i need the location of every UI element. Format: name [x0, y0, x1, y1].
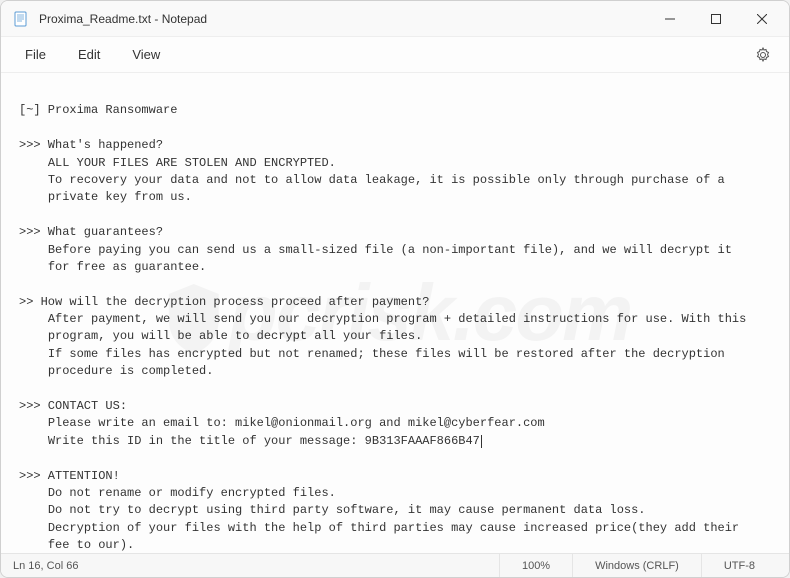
- statusbar: Ln 16, Col 66 100% Windows (CRLF) UTF-8: [1, 553, 789, 577]
- text-line: >> How will the decryption process proce…: [19, 295, 429, 309]
- text-line: To recovery your data and not to allow d…: [19, 173, 725, 187]
- text-line: >>> ATTENTION!: [19, 469, 120, 483]
- text-line: for free as guarantee.: [19, 260, 206, 274]
- text-line: ALL YOUR FILES ARE STOLEN AND ENCRYPTED.: [19, 156, 336, 170]
- text-line: >>> What guarantees?: [19, 225, 163, 239]
- text-line: fee to our).: [19, 538, 134, 552]
- status-zoom[interactable]: 100%: [499, 554, 572, 577]
- status-line-ending: Windows (CRLF): [572, 554, 701, 577]
- text-line: >>> CONTACT US:: [19, 399, 127, 413]
- menubar: File Edit View: [1, 37, 789, 73]
- status-encoding: UTF-8: [701, 554, 777, 577]
- titlebar: Proxima_Readme.txt - Notepad: [1, 1, 789, 37]
- window-title: Proxima_Readme.txt - Notepad: [39, 12, 647, 26]
- settings-button[interactable]: [745, 37, 781, 73]
- text-line: >>> What's happened?: [19, 138, 163, 152]
- text-line: Do not try to decrypt using third party …: [19, 503, 646, 517]
- window-controls: [647, 3, 785, 35]
- maximize-button[interactable]: [693, 3, 739, 35]
- text-line: procedure is completed.: [19, 364, 213, 378]
- status-position: Ln 16, Col 66: [13, 560, 499, 572]
- text-line: Decryption of your files with the help o…: [19, 521, 739, 535]
- minimize-button[interactable]: [647, 3, 693, 35]
- text-line: program, you will be able to decrypt all…: [19, 329, 422, 343]
- menu-view[interactable]: View: [116, 41, 176, 68]
- text-line: If some files has encrypted but not rena…: [19, 347, 725, 361]
- notepad-icon: [13, 11, 29, 27]
- text-line: Please write an email to: mikel@onionmai…: [19, 416, 545, 430]
- text-line: After payment, we will send you our decr…: [19, 312, 746, 326]
- gear-icon: [755, 47, 771, 63]
- text-editor-content[interactable]: [~] Proxima Ransomware >>> What's happen…: [1, 73, 789, 553]
- notepad-window: Proxima_Readme.txt - Notepad File Edit V…: [0, 0, 790, 578]
- text-line: private key from us.: [19, 190, 192, 204]
- text-line: Do not rename or modify encrypted files.: [19, 486, 336, 500]
- menu-file[interactable]: File: [9, 41, 62, 68]
- menu-edit[interactable]: Edit: [62, 41, 116, 68]
- text-line: [~] Proxima Ransomware: [19, 103, 177, 117]
- close-button[interactable]: [739, 3, 785, 35]
- text-line: Write this ID in the title of your messa…: [19, 434, 482, 448]
- text-line: Before paying you can send us a small-si…: [19, 243, 732, 257]
